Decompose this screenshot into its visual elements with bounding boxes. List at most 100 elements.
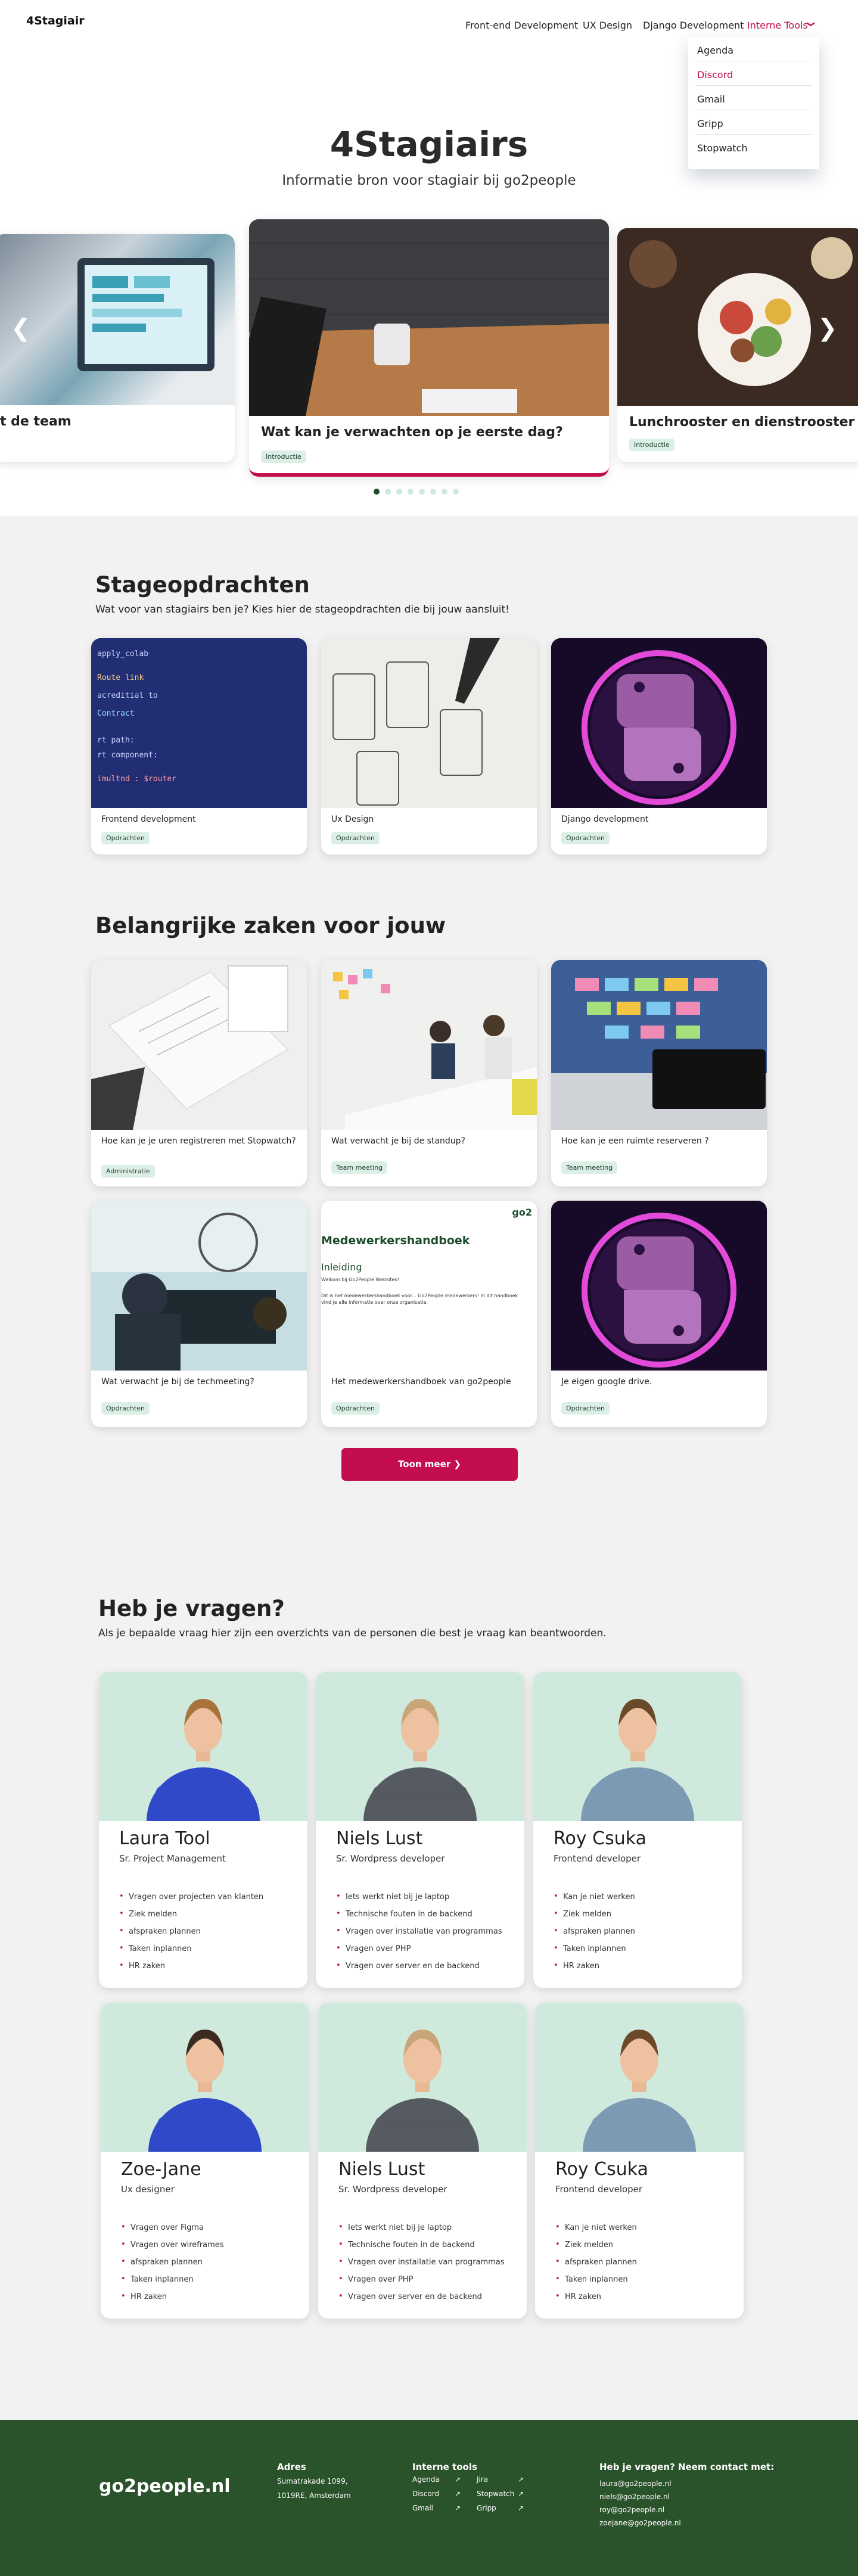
chevron-down-icon[interactable]: ❯ [806, 21, 815, 27]
carousel-dot[interactable] [453, 489, 459, 495]
task-item: Taken inplannen [554, 1944, 635, 1962]
person-role: Sr. Wordpress developer [336, 1853, 445, 1864]
task-list: Kan je niet werkenZiek meldenafspraken p… [555, 2223, 637, 2310]
external-link-icon[interactable]: ↗ [455, 2490, 461, 2498]
footer-tool-link[interactable]: Agenda [412, 2475, 440, 2484]
section-subtitle-questions: Als je bepaalde vraag hier zijn een over… [98, 1627, 607, 1639]
nav-link-frontend[interactable]: Front-end Development [465, 20, 578, 31]
card-title: Frontend development [101, 815, 196, 824]
nav-dropdown-interne-tools[interactable]: Interne Tools [747, 20, 808, 31]
nav-link-ux[interactable]: UX Design [583, 20, 632, 31]
card-tag: Opdrachten [101, 1402, 150, 1415]
person-photo [101, 2003, 309, 2205]
info-card[interactable]: go2 Medewerkershandboek Inleiding Welkom… [321, 1201, 537, 1427]
info-card[interactable]: Je eigen google drive. Opdrachten [551, 1201, 767, 1427]
handbook-subheading: Inleiding [321, 1261, 362, 1273]
info-card[interactable]: Hoe kan je je uren registreren met Stopw… [91, 960, 307, 1186]
carousel-prev-button[interactable]: ❮ [11, 315, 31, 342]
card-tag: Opdrachten [101, 832, 150, 844]
info-card[interactable]: Wat verwacht je bij de standup? Team mee… [321, 960, 537, 1186]
carousel-dot[interactable] [442, 489, 447, 495]
chevron-left-icon: ❮ [11, 315, 31, 342]
footer-tool-link[interactable]: Jira [477, 2475, 488, 2484]
person-photo [533, 1672, 742, 1875]
planning-board-image [551, 960, 767, 1130]
person-name: Laura Tool [119, 1828, 210, 1849]
handbook-heading: Medewerkershandboek [321, 1234, 470, 1247]
assignment-card[interactable]: apply_colab Route link acreditial to Contra… [91, 638, 307, 854]
handbook-logo: go2 [512, 1207, 532, 1218]
task-item: Kan je niet werken [555, 2223, 637, 2241]
footer-brand[interactable]: go2people.nl [99, 2476, 231, 2497]
task-list: Vragen over projecten van klantenZiek me… [119, 1892, 263, 1979]
footer-tool-link[interactable]: Gripp [477, 2504, 496, 2512]
footer-contact-email[interactable]: niels@go2people.nl [599, 2493, 670, 2501]
assignment-card[interactable]: Ux Design Opdrachten [321, 638, 537, 854]
svg-text:rt component:: rt component: [97, 751, 158, 760]
task-item: afspraken plannen [554, 1926, 635, 1944]
dropdown-item-gmail[interactable]: Gmail [697, 94, 725, 105]
svg-text:apply_colab: apply_colab [97, 650, 148, 658]
carousel-slide[interactable]: Lunchrooster en dienstrooster Introducti… [617, 228, 858, 462]
info-card[interactable]: Wat verwacht je bij de techmeeting? Opdr… [91, 1201, 307, 1427]
task-item: Vragen over projecten van klanten [119, 1892, 263, 1910]
info-card[interactable]: Hoe kan je een ruimte reserveren ? Team … [551, 960, 767, 1186]
person-card: Zoe-Jane Ux designer Vragen over FigmaVr… [101, 2003, 309, 2319]
avatar [583, 2030, 696, 2205]
card-title: Wat verwacht je bij de standup? [331, 1136, 465, 1146]
nav-link-django[interactable]: Django Development [643, 20, 744, 31]
external-link-icon[interactable]: ↗ [518, 2490, 524, 2498]
person-photo [535, 2003, 744, 2205]
footer-contact-email[interactable]: roy@go2people.nl [599, 2506, 664, 2514]
card-tag: Administratie [101, 1165, 155, 1177]
footer-tool-link[interactable]: Discord [412, 2490, 439, 2498]
carousel-dot[interactable] [385, 489, 391, 495]
carousel-dot[interactable] [374, 489, 380, 495]
carousel-dot[interactable] [408, 489, 414, 495]
person-role: Sr. Project Management [119, 1853, 226, 1864]
carousel-dot[interactable] [430, 489, 436, 495]
hero-subtitle: Informatie bron voor stagiair bij go2peo… [282, 173, 576, 188]
carousel-dot[interactable] [396, 489, 402, 495]
site-logo[interactable]: 4Stagiair [26, 14, 85, 27]
card-image [551, 960, 767, 1130]
person-card: Roy Csuka Frontend developer Kan je niet… [533, 1672, 742, 1988]
task-item: HR zaken [554, 1961, 635, 1979]
show-more-label: Toon meer [398, 1459, 451, 1469]
card-tag: Opdrachten [561, 1402, 610, 1415]
task-item: afspraken plannen [555, 2257, 637, 2275]
carousel-dot[interactable] [419, 489, 425, 495]
chevron-right-icon: ❯ [817, 315, 838, 342]
dropdown-item-agenda[interactable]: Agenda [697, 45, 733, 56]
card-image [551, 1201, 767, 1371]
dropdown-item-discord[interactable]: Discord [697, 69, 733, 80]
footer-tool-link[interactable]: Stopwatch [477, 2490, 514, 2498]
slide-tag: Introductie [261, 450, 306, 463]
desk-image [249, 219, 609, 416]
carousel-next-button[interactable]: ❯ [817, 315, 838, 342]
external-link-icon[interactable]: ↗ [518, 2475, 524, 2484]
techmeeting-image [91, 1201, 307, 1371]
card-tag: Opdrachten [331, 832, 380, 844]
external-link-icon[interactable]: ↗ [455, 2504, 461, 2512]
carousel-slide-active[interactable]: Wat kan je verwachten op je eerste dag? … [249, 219, 609, 477]
wireframe-image [321, 638, 537, 808]
person-card: Niels Lust Sr. Wordpress developer Iets … [318, 2003, 527, 2319]
card-tag: Team meeting [561, 1161, 618, 1174]
footer-contact-email[interactable]: zoejane@go2people.nl [599, 2519, 681, 2527]
section-title-stage: Stageopdrachten [95, 572, 310, 598]
avatar [147, 1699, 260, 1875]
show-more-button[interactable]: Toon meer ❯ [341, 1448, 518, 1481]
external-link-icon[interactable]: ↗ [455, 2475, 461, 2484]
footer-tool-link[interactable]: Gmail [412, 2504, 433, 2512]
task-item: Vragen over wireframes [121, 2240, 224, 2258]
footer-tools-title: Interne tools [412, 2462, 477, 2472]
assignment-card[interactable]: Django development Opdrachten [551, 638, 767, 854]
person-name: Roy Csuka [555, 2159, 648, 2180]
footer-contact-email[interactable]: laura@go2people.nl [599, 2479, 672, 2488]
external-link-icon[interactable]: ↗ [518, 2504, 524, 2512]
carousel-slide[interactable]: t de team [0, 234, 235, 462]
task-item: Ziek melden [555, 2240, 637, 2258]
slide-title: t de team [0, 414, 72, 429]
carousel-dots [374, 489, 459, 495]
